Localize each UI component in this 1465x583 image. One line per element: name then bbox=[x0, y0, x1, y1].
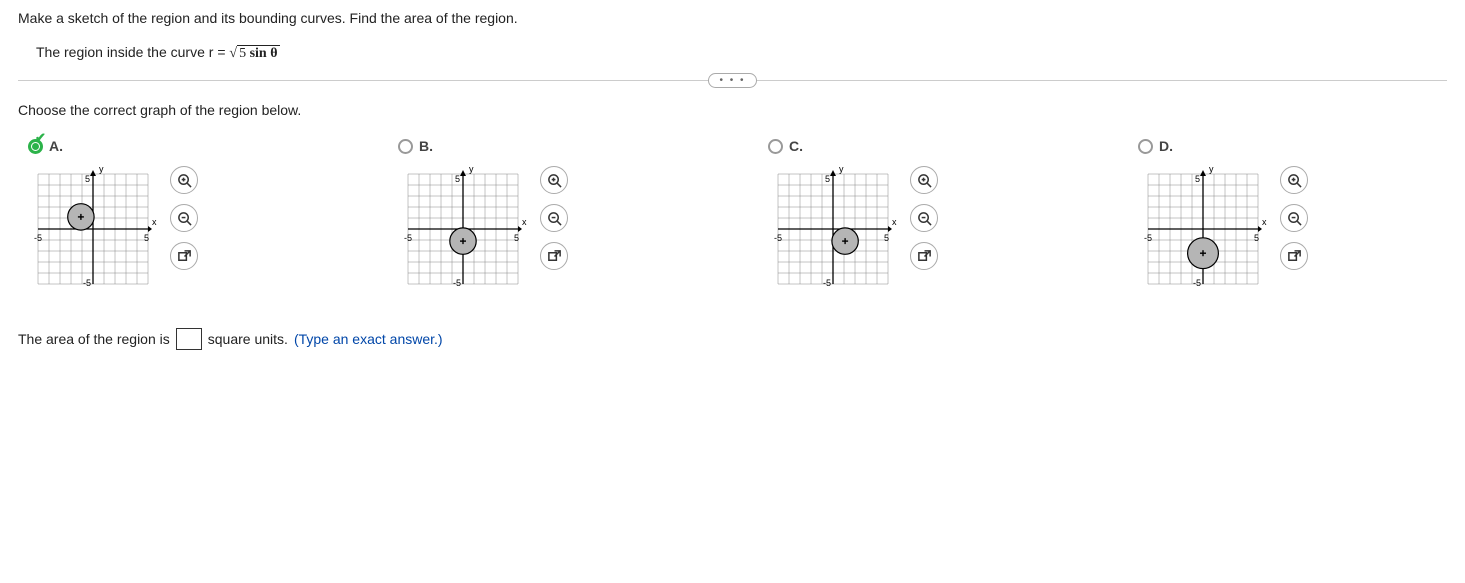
answer-prefix: The area of the region is bbox=[18, 331, 170, 347]
choice-label: C. bbox=[789, 138, 803, 154]
popout-icon[interactable] bbox=[170, 242, 198, 270]
zoom-in-icon[interactable] bbox=[540, 166, 568, 194]
answer-row: The area of the region is square units. … bbox=[18, 328, 1447, 350]
choice-label: A. bbox=[49, 138, 63, 154]
question-main: Make a sketch of the region and its boun… bbox=[18, 10, 1447, 26]
radio-B[interactable] bbox=[398, 139, 413, 154]
svg-text:y: y bbox=[839, 164, 844, 174]
choice-B: B.yx5-55-5 bbox=[398, 138, 568, 294]
sqrt-after: sin θ bbox=[250, 46, 278, 61]
svg-text:x: x bbox=[1262, 217, 1267, 227]
answer-suffix: square units. bbox=[208, 331, 288, 347]
svg-text:-5: -5 bbox=[823, 278, 831, 288]
choose-prompt: Choose the correct graph of the region b… bbox=[18, 102, 1447, 118]
svg-text:5: 5 bbox=[884, 233, 889, 243]
zoom-in-icon[interactable] bbox=[910, 166, 938, 194]
svg-text:5: 5 bbox=[1195, 174, 1200, 184]
graph-B: yx5-55-5 bbox=[398, 164, 528, 294]
svg-text:-5: -5 bbox=[1144, 233, 1152, 243]
svg-text:y: y bbox=[1209, 164, 1214, 174]
radio-D[interactable] bbox=[1138, 139, 1153, 154]
sub-prefix: The region inside the curve r = bbox=[36, 44, 229, 60]
svg-text:5: 5 bbox=[144, 233, 149, 243]
answer-input[interactable] bbox=[176, 328, 202, 350]
svg-text:-5: -5 bbox=[774, 233, 782, 243]
svg-text:x: x bbox=[892, 217, 897, 227]
zoom-out-icon[interactable] bbox=[540, 204, 568, 232]
popout-icon[interactable] bbox=[1280, 242, 1308, 270]
zoom-out-icon[interactable] bbox=[170, 204, 198, 232]
svg-text:5: 5 bbox=[85, 174, 90, 184]
choice-C: C.yx5-55-5 bbox=[768, 138, 938, 294]
zoom-in-icon[interactable] bbox=[1280, 166, 1308, 194]
expand-button[interactable]: • • • bbox=[708, 73, 756, 88]
popout-icon[interactable] bbox=[910, 242, 938, 270]
svg-text:5: 5 bbox=[1254, 233, 1259, 243]
svg-text:-5: -5 bbox=[453, 278, 461, 288]
sqrt-expression: 5 sin θ bbox=[229, 46, 279, 62]
choice-D: D.yx5-55-5 bbox=[1138, 138, 1308, 294]
svg-text:-5: -5 bbox=[83, 278, 91, 288]
svg-text:y: y bbox=[469, 164, 474, 174]
zoom-out-icon[interactable] bbox=[910, 204, 938, 232]
zoom-out-icon[interactable] bbox=[1280, 204, 1308, 232]
svg-text:x: x bbox=[522, 217, 527, 227]
svg-text:-5: -5 bbox=[1193, 278, 1201, 288]
svg-text:-5: -5 bbox=[404, 233, 412, 243]
popout-icon[interactable] bbox=[540, 242, 568, 270]
choice-label: B. bbox=[419, 138, 433, 154]
choices-row: ✔A.yx5-55-5B.yx5-55-5C.yx5-55-5D.yx5-55-… bbox=[28, 138, 1447, 294]
answer-hint: (Type an exact answer.) bbox=[294, 331, 443, 347]
svg-text:5: 5 bbox=[825, 174, 830, 184]
check-mark-icon: ✔ bbox=[35, 130, 46, 146]
svg-text:x: x bbox=[152, 217, 157, 227]
zoom-in-icon[interactable] bbox=[170, 166, 198, 194]
sqrt-value: 5 bbox=[239, 46, 246, 61]
radio-C[interactable] bbox=[768, 139, 783, 154]
svg-text:y: y bbox=[99, 164, 104, 174]
graph-C: yx5-55-5 bbox=[768, 164, 898, 294]
choice-A: ✔A.yx5-55-5 bbox=[28, 138, 198, 294]
question-sub: The region inside the curve r = 5 sin θ bbox=[36, 44, 1447, 62]
choice-label: D. bbox=[1159, 138, 1173, 154]
svg-text:-5: -5 bbox=[34, 233, 42, 243]
graph-D: yx5-55-5 bbox=[1138, 164, 1268, 294]
graph-A: yx5-55-5 bbox=[28, 164, 158, 294]
svg-text:5: 5 bbox=[455, 174, 460, 184]
svg-text:5: 5 bbox=[514, 233, 519, 243]
radio-A[interactable]: ✔ bbox=[28, 139, 43, 154]
